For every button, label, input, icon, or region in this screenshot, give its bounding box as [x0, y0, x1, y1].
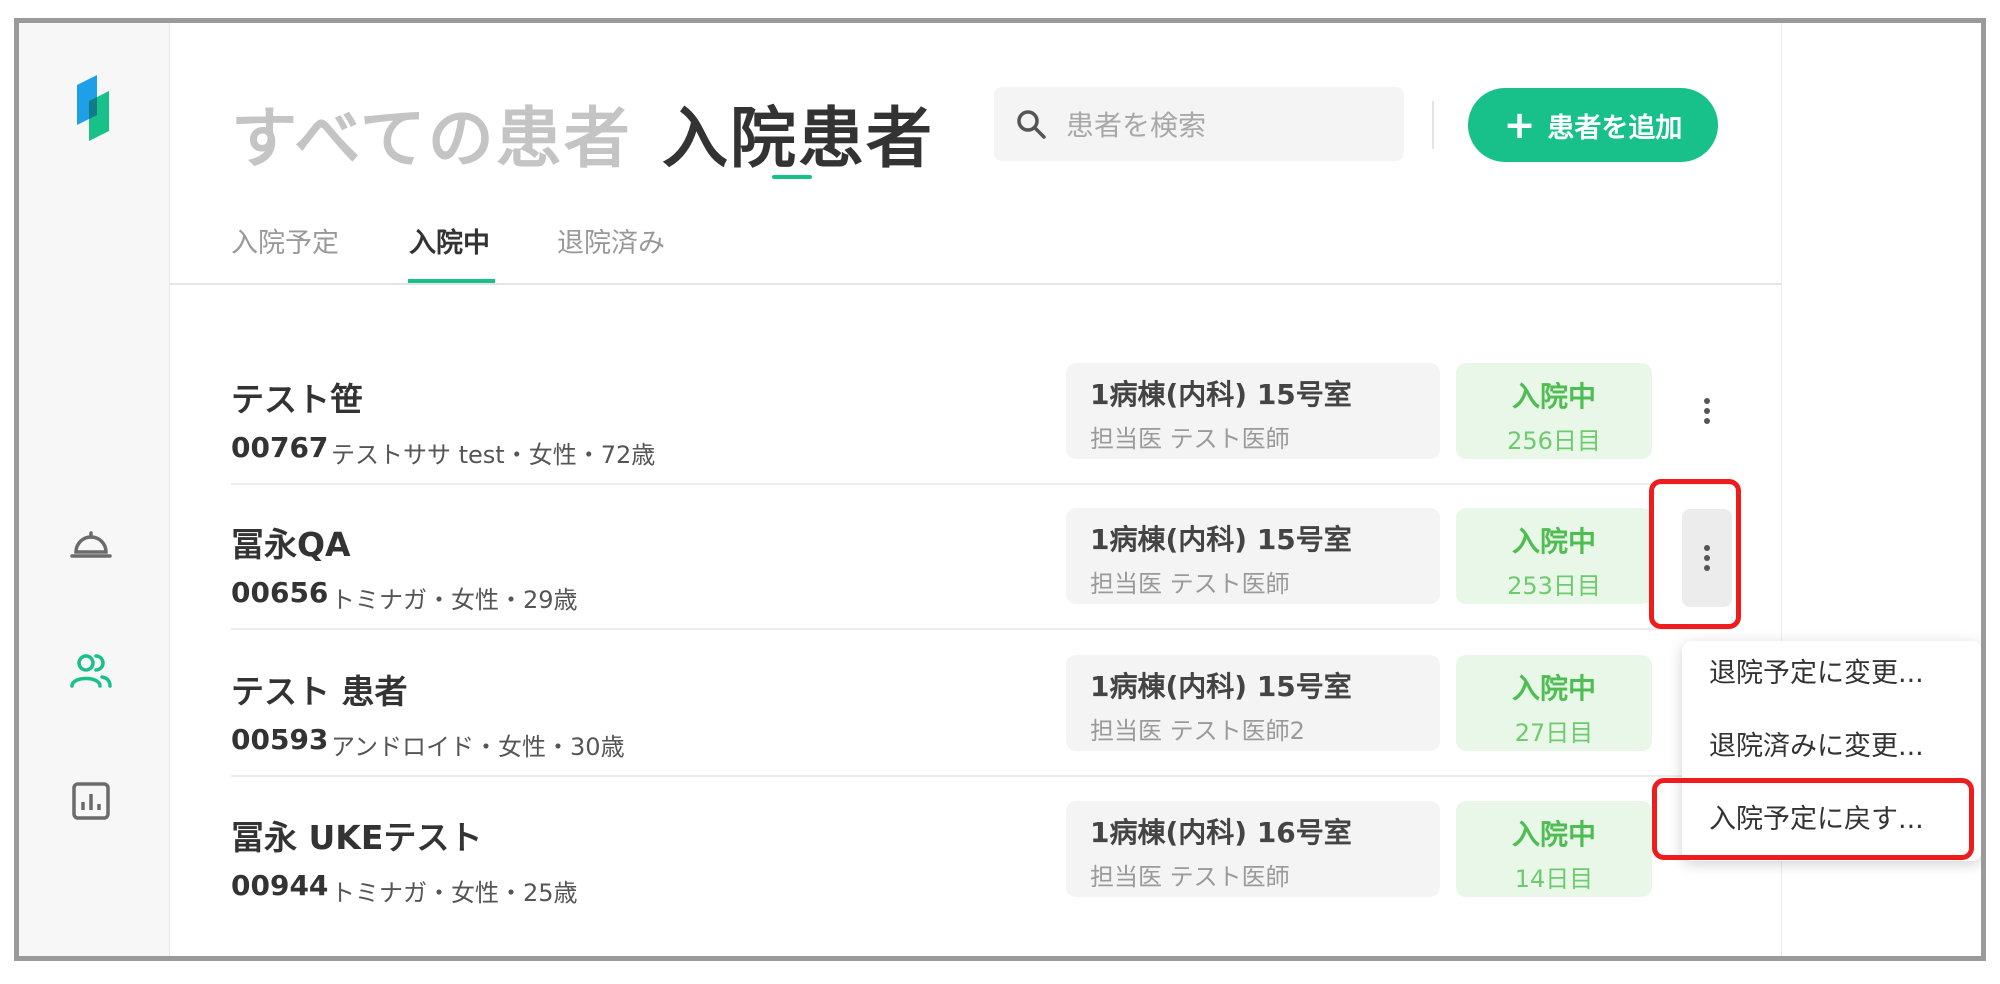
hospital-bell-icon[interactable] — [66, 516, 116, 566]
tab-all-patients[interactable]: すべての患者 — [231, 85, 632, 181]
doctor-label: 担当医 テスト医師 — [1090, 425, 1290, 453]
status-label: 入院中 — [1511, 380, 1596, 413]
patient-meta: アンドロイド・女性・30歳 — [331, 733, 625, 761]
users-icon[interactable] — [66, 646, 116, 696]
menu-item-revert-to-scheduled-admission[interactable]: 入院予定に戻す... — [1682, 787, 1981, 853]
status-badge: 入院中 27日目 — [1456, 655, 1652, 751]
row-divider — [231, 483, 1731, 485]
patient-name: テスト笹 — [231, 380, 363, 419]
status-badge: 入院中 14日目 — [1456, 801, 1652, 897]
patient-id: 00656 — [231, 576, 329, 609]
status-label: 入院中 — [1511, 818, 1596, 851]
room-card: 1病棟(内科) 16号室 担当医 テスト医師 — [1066, 801, 1440, 897]
status-badge: 入院中 256日目 — [1456, 363, 1652, 459]
status-label: 入院中 — [1511, 672, 1596, 705]
tabs-divider — [169, 283, 1781, 285]
row-context-menu: 退院予定に変更... 退院済みに変更... 入院予定に戻す... — [1682, 641, 1981, 861]
tab-scheduled[interactable]: 入院予定 — [231, 221, 339, 260]
active-title-indicator — [772, 175, 812, 179]
patient-id: 00593 — [231, 723, 329, 756]
patient-row[interactable]: 冨永 UKEテスト 00944 トミナガ・女性・25歳 1病棟(内科) 16号室… — [231, 801, 1731, 947]
search-icon — [1017, 110, 1046, 139]
tab-inpatients[interactable]: 入院患者 — [662, 85, 934, 181]
patient-meta: テストササ test・女性・72歳 — [331, 441, 656, 469]
search-box[interactable] — [994, 87, 1404, 161]
patient-name: 冨永 UKEテスト — [231, 818, 483, 857]
room-label: 1病棟(内科) 15号室 — [1090, 378, 1352, 411]
tab-discharged[interactable]: 退院済み — [557, 221, 665, 260]
app-logo[interactable] — [71, 75, 115, 141]
tab-admitted[interactable]: 入院中 — [409, 221, 490, 260]
doctor-label: 担当医 テスト医師 — [1090, 570, 1290, 598]
status-badge: 入院中 253日目 — [1456, 508, 1652, 604]
patient-meta: トミナガ・女性・29歳 — [331, 586, 578, 614]
days-label: 253日目 — [1507, 572, 1601, 600]
doctor-label: 担当医 テスト医師 — [1090, 863, 1290, 891]
patient-row[interactable]: テスト 患者 00593 アンドロイド・女性・30歳 1病棟(内科) 15号室 … — [231, 655, 1731, 801]
more-options-icon[interactable] — [1682, 509, 1732, 607]
room-card: 1病棟(内科) 15号室 担当医 テスト医師 — [1066, 508, 1440, 604]
room-label: 1病棟(内科) 15号室 — [1090, 670, 1352, 703]
patient-row[interactable]: テスト笹 00767 テストササ test・女性・72歳 1病棟(内科) 15号… — [231, 363, 1731, 509]
patient-meta: トミナガ・女性・25歳 — [331, 879, 578, 907]
status-label: 入院中 — [1511, 525, 1596, 558]
bar-chart-icon[interactable] — [66, 776, 116, 826]
patient-id: 00944 — [231, 869, 329, 902]
add-patient-button[interactable]: + 患者を追加 — [1468, 88, 1718, 162]
plus-icon: + — [1503, 103, 1536, 147]
menu-item-change-to-scheduled-discharge[interactable]: 退院予定に変更... — [1682, 641, 1981, 707]
patient-id: 00767 — [231, 431, 329, 464]
patient-row[interactable]: 冨永QA 00656 トミナガ・女性・29歳 1病棟(内科) 15号室 担当医 … — [231, 508, 1732, 654]
patient-name: 冨永QA — [231, 525, 351, 564]
header-divider — [1432, 101, 1434, 149]
menu-item-change-to-discharged[interactable]: 退院済みに変更... — [1682, 714, 1981, 780]
days-label: 256日目 — [1507, 427, 1601, 455]
row-divider — [231, 628, 1731, 630]
room-label: 1病棟(内科) 16号室 — [1090, 816, 1352, 849]
row-divider — [231, 775, 1731, 777]
patient-name: テスト 患者 — [231, 672, 408, 711]
days-label: 27日目 — [1514, 719, 1594, 747]
app-window: すべての患者 入院患者 + 患者を追加 入院予定 入院中 退院済み テスト笹 0… — [14, 18, 1986, 961]
room-label: 1病棟(内科) 15号室 — [1090, 523, 1352, 556]
room-card: 1病棟(内科) 15号室 担当医 テスト医師 — [1066, 363, 1440, 459]
days-label: 14日目 — [1514, 865, 1594, 893]
add-patient-label: 患者を追加 — [1547, 112, 1683, 144]
more-options-icon[interactable] — [1682, 378, 1732, 444]
room-card: 1病棟(内科) 15号室 担当医 テスト医師2 — [1066, 655, 1440, 751]
sidebar — [19, 23, 170, 956]
search-input[interactable] — [1064, 97, 1388, 153]
doctor-label: 担当医 テスト医師2 — [1090, 717, 1305, 745]
